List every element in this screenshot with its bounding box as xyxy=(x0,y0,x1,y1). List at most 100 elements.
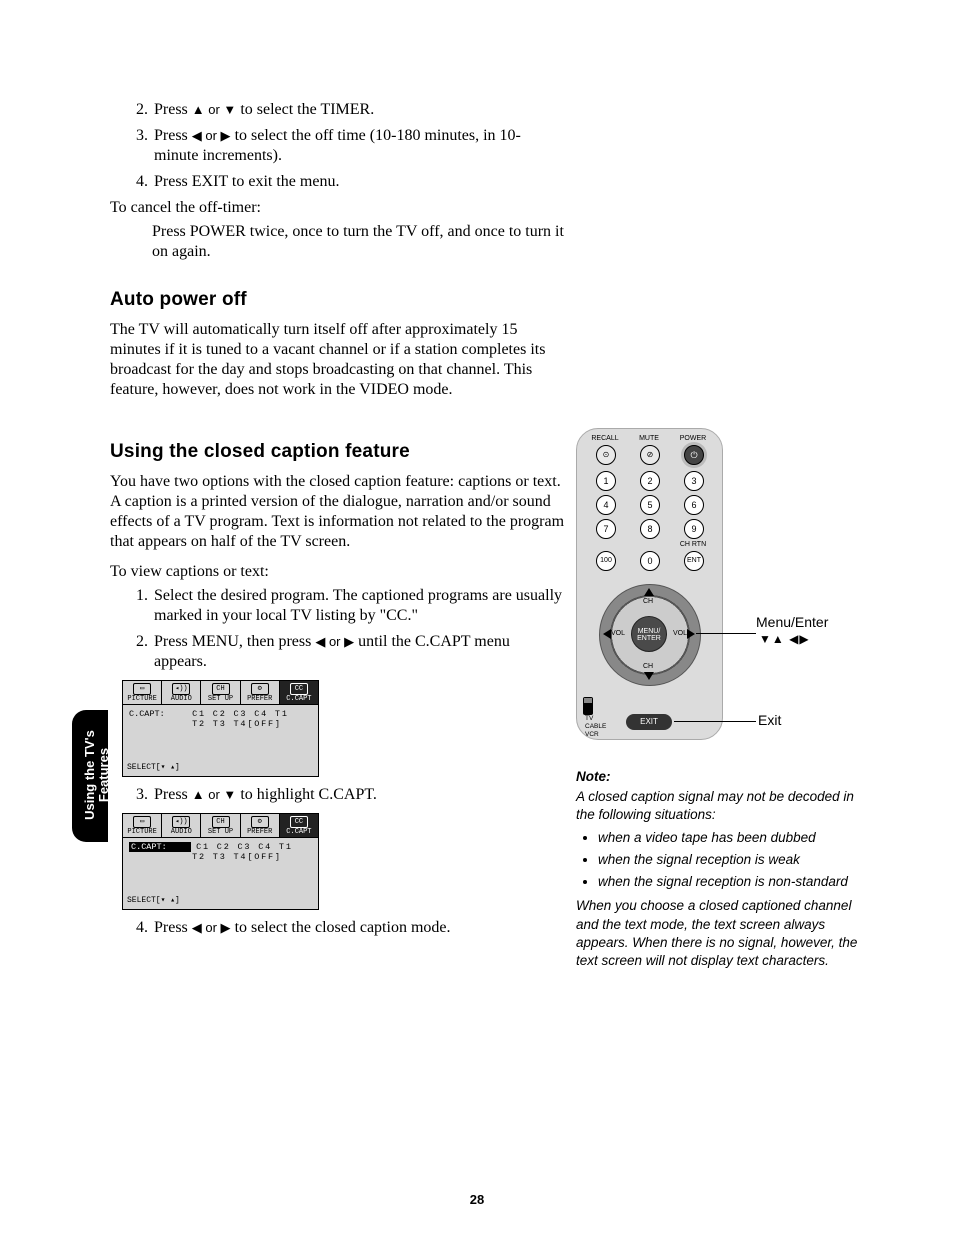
right-column: RECALL MUTE POWER ⊙ ⊘ ⏻ 1 2 3 4 5 6 7 8 … xyxy=(576,428,866,970)
arrow-up-down-icon: ▲ or ▼ xyxy=(192,102,237,118)
osd-tab-label: SET UP xyxy=(208,695,233,703)
page-number: 28 xyxy=(0,1192,954,1207)
step-text: Press EXIT to exit the menu. xyxy=(154,173,339,190)
mute-button: ⊘ xyxy=(640,445,660,465)
step-2: Press ▲ or ▼ to select the TIMER. xyxy=(152,100,565,120)
note-block: Note: A closed caption signal may not be… xyxy=(576,768,866,970)
mode-switch: TV CABLE VCR xyxy=(583,697,613,738)
osd-tab-label: C.CAPT xyxy=(286,828,311,836)
key-6: 6 xyxy=(684,495,704,515)
cc-icon: CC xyxy=(290,683,308,695)
callout-menu: Menu/Enter xyxy=(756,614,828,630)
step-3: Press ◀ or ▶ to select the off time (10-… xyxy=(152,126,565,166)
key-1: 1 xyxy=(596,471,616,491)
key-0: 0 xyxy=(640,551,660,571)
setup-icon: CH xyxy=(212,816,230,828)
main-column: Press ▲ or ▼ to select the TIMER. Press … xyxy=(110,100,565,938)
key-2: 2 xyxy=(640,471,660,491)
recall-button: ⊙ xyxy=(596,445,616,465)
note-bullets: when a video tape has been dubbed when t… xyxy=(576,829,866,892)
dpad-label-vol-r: VOL xyxy=(673,630,687,637)
section-tab: Using the TV's Features xyxy=(72,710,108,842)
osd-tab-label: AUDIO xyxy=(171,828,192,836)
auto-power-off-body: The TV will automatically turn itself of… xyxy=(110,320,565,400)
osd-tab-setup: CHSET UP xyxy=(201,681,240,704)
osd-options-line1: C1 C2 C3 C4 T1 xyxy=(192,709,289,719)
arrow-left-right-icon: ◀ or ▶ xyxy=(192,920,231,936)
arrow-up-down-icon: ▲ or ▼ xyxy=(192,787,237,803)
osd-menu-1: ▭PICTURE ◂))AUDIO CHSET UP ⚙PREFER CCC.C… xyxy=(122,680,319,777)
remote-illustration: RECALL MUTE POWER ⊙ ⊘ ⏻ 1 2 3 4 5 6 7 8 … xyxy=(576,428,866,742)
arrow-left-icon xyxy=(603,629,611,639)
cc-icon: CC xyxy=(290,816,308,828)
arrow-down-icon xyxy=(644,672,654,680)
manual-page: Using the TV's Features Press ▲ or ▼ to … xyxy=(0,0,954,1235)
note-bullet: when a video tape has been dubbed xyxy=(598,829,866,847)
callout-exit: Exit xyxy=(758,712,781,728)
audio-icon: ◂)) xyxy=(172,816,190,828)
arrow-right-icon xyxy=(687,629,695,639)
osd-footer: SELECT[▾ ▴] xyxy=(123,894,318,909)
osd-row-label: C.CAPT: xyxy=(129,709,187,720)
key-ent: ENT xyxy=(684,551,704,571)
osd-tab-label: SET UP xyxy=(208,828,233,836)
note-title: Note: xyxy=(576,768,866,786)
caption-steps-a: Select the desired program. The captione… xyxy=(110,586,565,672)
step-text: to select the closed caption mode. xyxy=(231,919,451,936)
heading-closed-caption: Using the closed caption feature xyxy=(110,440,565,464)
audio-icon: ◂)) xyxy=(172,683,190,695)
key-9: 9 xyxy=(684,519,704,539)
heading-auto-power-off: Auto power off xyxy=(110,288,565,312)
caption-steps-c: Press ◀ or ▶ to select the closed captio… xyxy=(110,918,565,938)
switch-label-cable: CABLE xyxy=(585,723,606,730)
switch-label-vcr: VCR xyxy=(585,731,599,738)
osd-tabs: ▭PICTURE ◂))AUDIO CHSET UP ⚙PREFER CCC.C… xyxy=(123,681,318,705)
remote-body: RECALL MUTE POWER ⊙ ⊘ ⏻ 1 2 3 4 5 6 7 8 … xyxy=(576,428,723,740)
picture-icon: ▭ xyxy=(133,683,151,695)
exit-button: EXIT xyxy=(626,714,672,730)
osd-tab-setup: CHSET UP xyxy=(201,814,240,837)
step-text: Press xyxy=(154,786,192,803)
osd-tab-label: AUDIO xyxy=(171,695,192,703)
key-3: 3 xyxy=(684,471,704,491)
power-button: ⏻ xyxy=(684,445,704,465)
step-text: Press xyxy=(154,127,192,144)
step-text: Press xyxy=(154,101,192,118)
label-power: POWER xyxy=(678,435,708,442)
step-text: Select the desired program. The captione… xyxy=(154,587,562,624)
prefer-icon: ⚙ xyxy=(251,816,269,828)
osd-tabs: ▭PICTURE ◂))AUDIO CHSET UP ⚙PREFER CCC.C… xyxy=(123,814,318,838)
prefer-icon: ⚙ xyxy=(251,683,269,695)
timer-steps-list: Press ▲ or ▼ to select the TIMER. Press … xyxy=(110,100,565,192)
cancel-intro: To cancel the off-timer: xyxy=(110,198,565,218)
step-4: Press EXIT to exit the menu. xyxy=(152,172,565,192)
osd-tab-label: PREFER xyxy=(247,828,272,836)
osd-options-line1: C1 C2 C3 C4 T1 xyxy=(196,842,293,852)
note-outro: When you choose a closed captioned chann… xyxy=(576,897,866,970)
osd-tab-audio: ◂))AUDIO xyxy=(162,814,201,837)
key-7: 7 xyxy=(596,519,616,539)
caption-steps-b: Press ▲ or ▼ to highlight C.CAPT. xyxy=(110,785,565,805)
section-tab-line2: Features xyxy=(96,748,111,802)
dpad-label-ch-up: CH xyxy=(643,598,653,605)
arrow-left-right-icon: ◀ or ▶ xyxy=(192,128,231,144)
key-5: 5 xyxy=(640,495,660,515)
closed-caption-p1: You have two options with the closed cap… xyxy=(110,472,565,552)
step-text: Press MENU, then press xyxy=(154,633,315,650)
osd-tab-ccapt: CCC.CAPT xyxy=(280,814,318,837)
dpad-label-ch-dn: CH xyxy=(643,663,653,670)
cc-step-4: Press ◀ or ▶ to select the closed captio… xyxy=(152,918,565,938)
switch-slot-icon xyxy=(583,697,593,715)
note-bullet: when the signal reception is non-standar… xyxy=(598,873,866,891)
callout-line-exit xyxy=(674,721,756,722)
osd-body: C.CAPT: C1 C2 C3 C4 T1 T2 T3 T4[OFF] xyxy=(123,705,318,761)
picture-icon: ▭ xyxy=(133,816,151,828)
dpad: CH CH VOL VOL MENU/ENTER xyxy=(599,584,699,684)
key-4: 4 xyxy=(596,495,616,515)
closed-caption-p2: To view captions or text: xyxy=(110,562,565,582)
osd-tab-prefer: ⚙PREFER xyxy=(241,814,280,837)
osd-menu-2: ▭PICTURE ◂))AUDIO CHSET UP ⚙PREFER CCC.C… xyxy=(122,813,319,910)
osd-tab-picture: ▭PICTURE xyxy=(123,681,162,704)
cancel-body: Press POWER twice, once to turn the TV o… xyxy=(152,222,565,262)
arrow-up-icon xyxy=(644,588,654,596)
